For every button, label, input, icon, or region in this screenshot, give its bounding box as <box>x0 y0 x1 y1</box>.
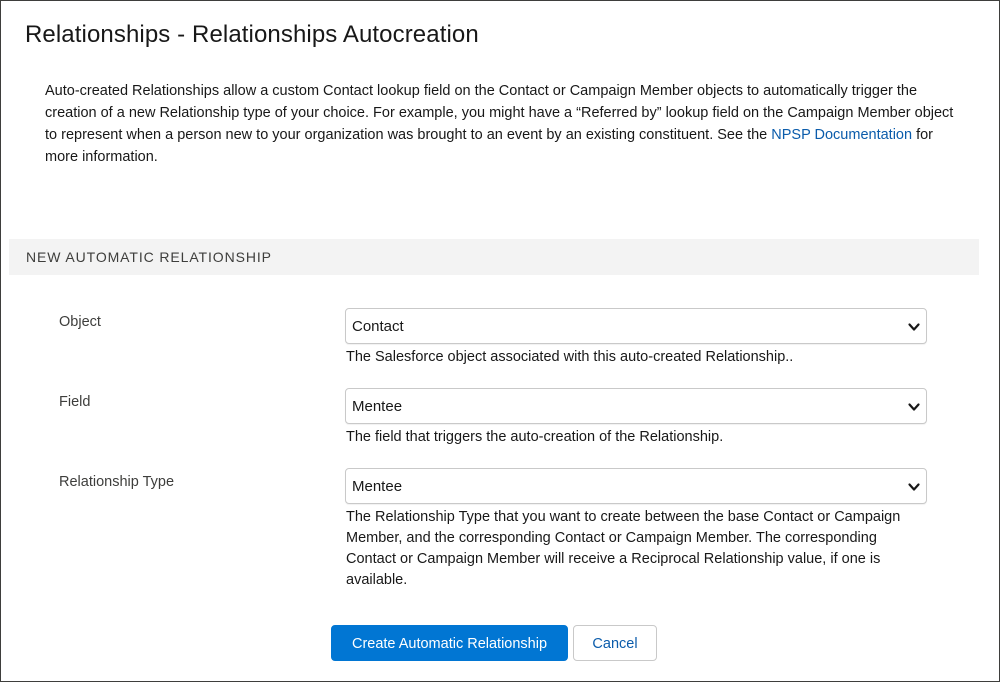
create-automatic-relationship-button[interactable]: Create Automatic Relationship <box>331 625 568 661</box>
relationship-type-select-value: Mentee <box>352 478 403 495</box>
chevron-down-icon <box>908 403 920 411</box>
section-header: NEW AUTOMATIC RELATIONSHIP <box>9 239 979 275</box>
relationship-type-select[interactable]: Mentee <box>345 468 927 504</box>
page-title: Relationships - Relationships Autocreati… <box>25 21 479 48</box>
cancel-button[interactable]: Cancel <box>573 625 657 661</box>
field-select[interactable]: Mentee <box>345 388 927 424</box>
chevron-down-icon <box>908 323 920 331</box>
object-help-text: The Salesforce object associated with th… <box>346 349 794 365</box>
object-select-value: Contact <box>352 318 404 335</box>
npsp-documentation-link[interactable]: NPSP Documentation <box>771 127 912 143</box>
field-select-value: Mentee <box>352 398 403 415</box>
chevron-down-icon <box>908 483 920 491</box>
relationship-type-label: Relationship Type <box>59 474 175 490</box>
intro-description: Auto-created Relationships allow a custo… <box>45 80 965 168</box>
object-label: Object <box>59 314 101 330</box>
field-label: Field <box>59 394 91 410</box>
object-select[interactable]: Contact <box>345 308 927 344</box>
section-header-title: NEW AUTOMATIC RELATIONSHIP <box>26 249 272 265</box>
relationship-type-help-text: The Relationship Type that you want to c… <box>346 509 901 588</box>
field-help-text: The field that triggers the auto-creatio… <box>346 429 724 445</box>
page-frame: Relationships - Relationships Autocreati… <box>0 0 1000 682</box>
